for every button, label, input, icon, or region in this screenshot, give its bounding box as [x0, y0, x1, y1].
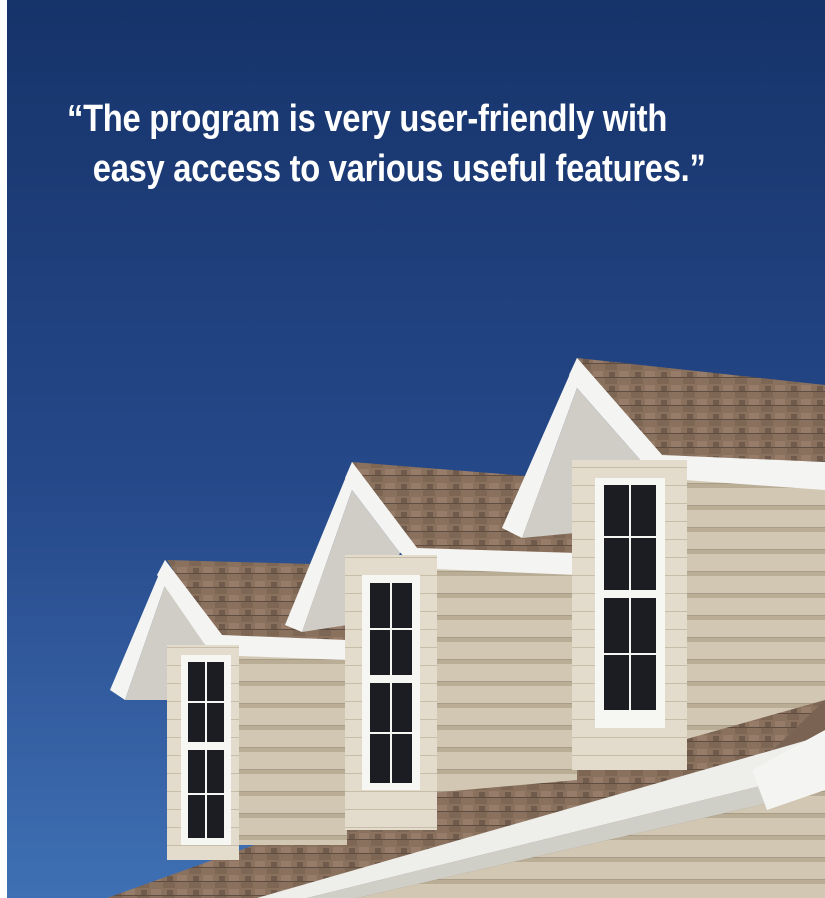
quote-line-1: “The program is very user-friendly with [67, 98, 668, 140]
quote-line-2: easy access to various useful features.” [92, 148, 706, 190]
testimonial-quote: “The program is very user-friendly with … [67, 94, 721, 194]
testimonial-image-panel: “The program is very user-friendly with … [7, 0, 825, 898]
